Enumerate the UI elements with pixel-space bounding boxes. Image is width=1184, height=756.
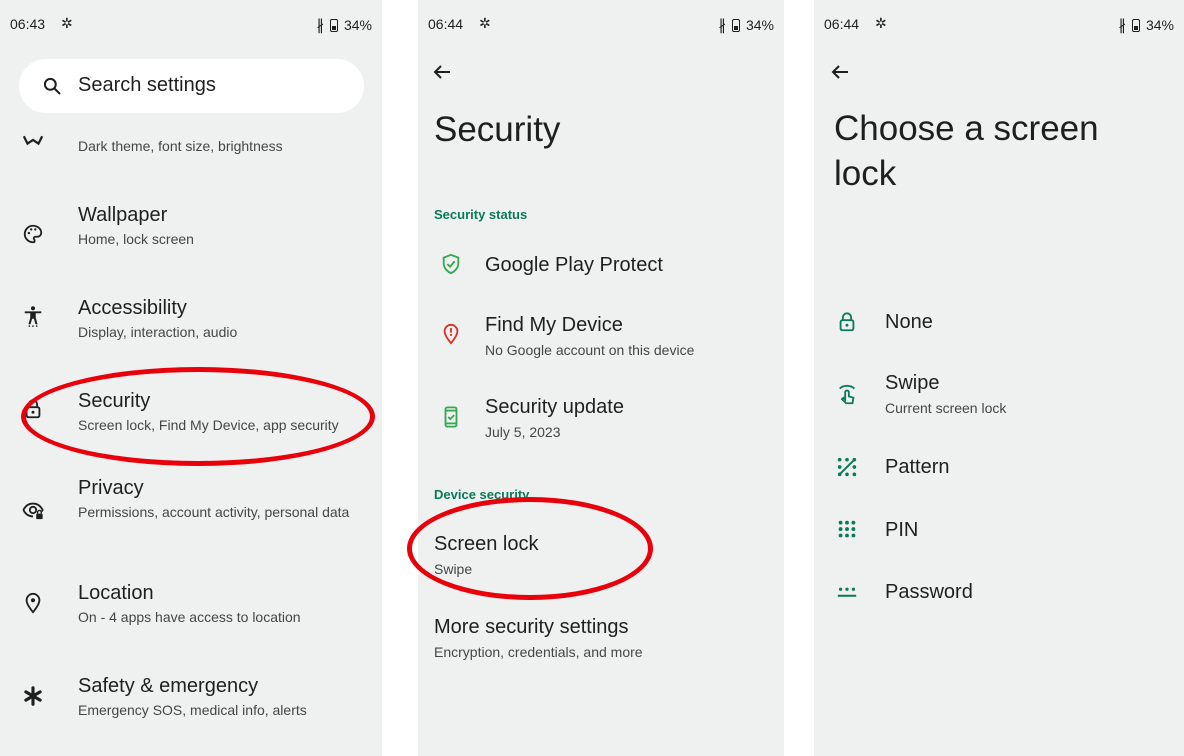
security-item-play-protect[interactable]: Google Play Protect (418, 244, 784, 288)
pattern-icon (837, 457, 857, 477)
section-header-device-security: Device security (434, 487, 530, 502)
battery-level: 34% (1145, 17, 1174, 33)
security-item-title: Google Play Protect (485, 254, 663, 276)
find-device-icon (443, 323, 459, 345)
security-item-find-my-device[interactable]: Find My Device No Google account on this… (418, 306, 784, 366)
bluetooth-icon: ∦ (316, 17, 324, 34)
status-time: 06:43 (10, 16, 46, 32)
privacy-eye-icon (22, 502, 44, 520)
battery-icon (731, 18, 740, 32)
security-item-sub: Encryption, credentials, and more (434, 644, 643, 660)
settings-item-sub: Permissions, account activity, personal … (78, 504, 350, 520)
settings-item-safety-emergency[interactable]: Safety & emergency Emergency SOS, medica… (0, 667, 382, 727)
lock-icon (25, 399, 41, 419)
security-item-sub: No Google account on this device (485, 342, 695, 358)
status-bar: 06:44 ✲ ∦ 34% (824, 15, 1174, 36)
settings-item-location[interactable]: Location On - 4 apps have access to loca… (0, 574, 382, 634)
shield-check-icon (442, 253, 460, 275)
security-item-title: Screen lock (434, 533, 539, 555)
lock-option-title: Password (885, 581, 973, 603)
lock-option-sub: Current screen lock (885, 400, 1007, 416)
asterisk-icon (24, 686, 42, 706)
settings-item-sub: Emergency SOS, medical info, alerts (78, 702, 307, 718)
battery-icon (329, 18, 338, 32)
lock-option-pin[interactable]: PIN (814, 513, 1184, 553)
settings-item-security[interactable]: Security Screen lock, Find My Device, ap… (0, 382, 382, 442)
choose-screen-lock-panel: 06:44 ✲ ∦ 34% Choose a screen lock None … (814, 0, 1184, 756)
settings-item-wallpaper[interactable]: Wallpaper Home, lock screen (0, 196, 382, 256)
search-settings-bar[interactable]: Search settings (19, 59, 364, 113)
status-bar: 06:43 ✲ ∦ 34% (10, 15, 372, 36)
security-item-more-settings[interactable]: More security settings Encryption, crede… (418, 606, 784, 666)
settings-item-title: Privacy (78, 477, 144, 499)
page-title: Security (434, 110, 561, 149)
section-header-security-status: Security status (434, 207, 528, 222)
lock-open-icon (839, 312, 855, 332)
back-arrow-icon[interactable] (430, 60, 454, 84)
security-item-sub: Swipe (434, 561, 473, 577)
lock-option-pattern[interactable]: Pattern (814, 450, 1184, 490)
settings-item-display[interactable]: Dark theme, font size, brightness (0, 118, 382, 168)
status-bar: 06:44 ✲ ∦ 34% (428, 15, 774, 36)
page-title: Choose a screen lock (834, 109, 1099, 193)
battery-level: 34% (343, 17, 372, 33)
settings-panel: 06:43 ✲ ∦ 34% Search settings Dark theme… (0, 0, 382, 756)
battery-icon (1131, 18, 1140, 32)
bluetooth-icon: ∦ (1118, 17, 1126, 34)
lock-option-title: PIN (885, 519, 919, 541)
settings-item-title: Location (78, 582, 154, 604)
security-item-sub: July 5, 2023 (485, 424, 561, 440)
search-placeholder: Search settings (78, 74, 216, 96)
back-arrow-icon[interactable] (828, 60, 852, 84)
bluetooth-icon: ∦ (718, 17, 726, 34)
settings-item-sub: On - 4 apps have access to location (78, 609, 301, 625)
password-icon (837, 587, 857, 597)
status-time: 06:44 (824, 16, 860, 32)
settings-item-title: Wallpaper (78, 204, 168, 226)
phone-check-icon (444, 406, 458, 428)
lock-option-swipe[interactable]: Swipe Current screen lock (814, 370, 1184, 420)
search-icon (43, 77, 61, 95)
palette-icon (23, 224, 43, 244)
settings-item-sub: Screen lock, Find My Device, app securit… (78, 417, 339, 433)
security-item-title: Security update (485, 396, 624, 418)
settings-item-sub: Home, lock screen (78, 231, 194, 247)
lock-option-none[interactable]: None (814, 305, 1184, 345)
display-icon (22, 135, 44, 146)
settings-item-accessibility[interactable]: Accessibility Display, interaction, audi… (0, 289, 382, 349)
settings-item-title: Accessibility (78, 297, 187, 319)
settings-item-title: Security (78, 390, 151, 412)
security-item-title: More security settings (434, 616, 629, 638)
accessibility-icon (24, 306, 42, 327)
lock-option-title: None (885, 311, 933, 333)
gear-icon: ✲ (479, 15, 491, 31)
settings-item-sub: Dark theme, font size, brightness (78, 138, 283, 154)
lock-option-title: Pattern (885, 456, 950, 478)
settings-item-title: Safety & emergency (78, 675, 259, 697)
swipe-icon (839, 384, 855, 405)
pin-dots-icon (838, 520, 856, 538)
location-pin-icon (25, 592, 41, 614)
lock-option-password[interactable]: Password (814, 575, 1184, 615)
gear-icon: ✲ (61, 15, 73, 31)
settings-item-privacy[interactable]: Privacy Permissions, account activity, p… (0, 469, 382, 549)
security-panel: 06:44 ✲ ∦ 34% Security Security status G… (418, 0, 784, 756)
lock-option-title: Swipe (885, 372, 940, 394)
settings-item-sub: Display, interaction, audio (78, 324, 238, 340)
status-time: 06:44 (428, 16, 464, 32)
battery-level: 34% (745, 17, 774, 33)
security-item-security-update[interactable]: Security update July 5, 2023 (418, 388, 784, 448)
security-item-title: Find My Device (485, 314, 623, 336)
gear-icon: ✲ (875, 15, 887, 31)
security-item-screen-lock[interactable]: Screen lock Swipe (418, 523, 784, 583)
